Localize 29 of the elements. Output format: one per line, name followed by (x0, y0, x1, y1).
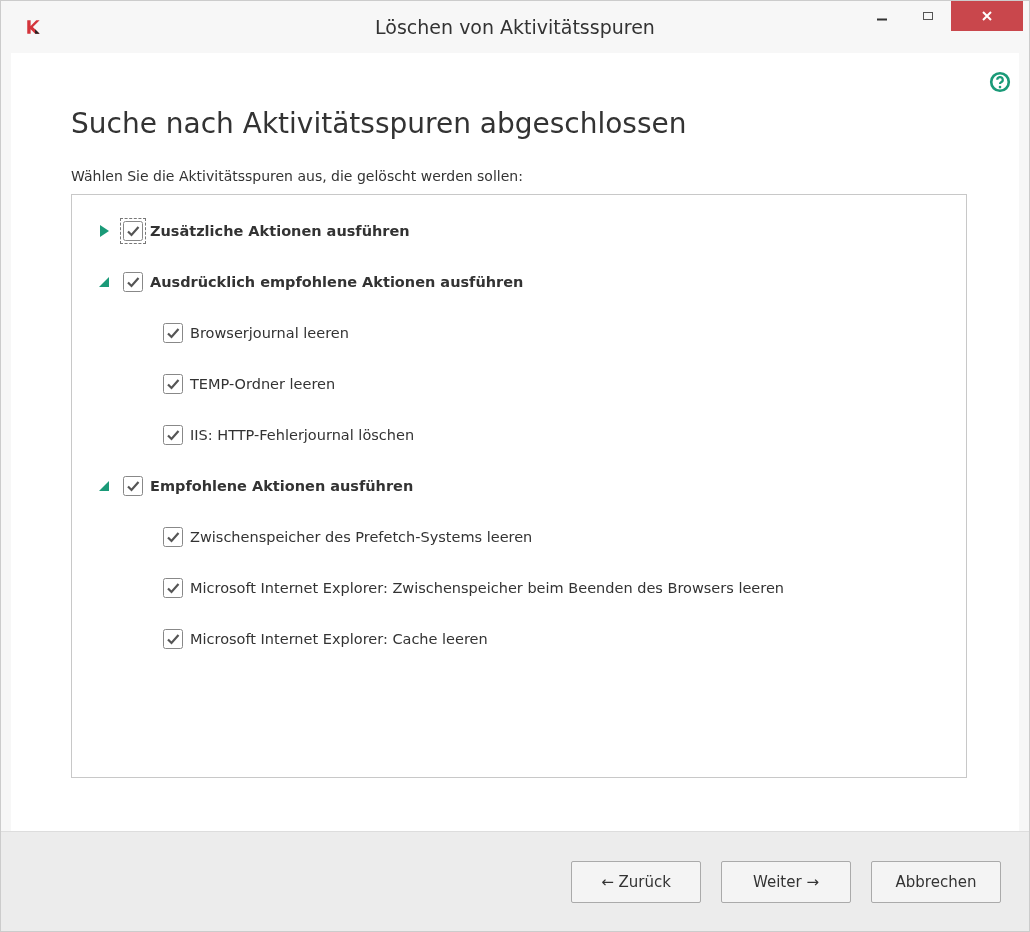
tree-item-label: TEMP-Ordner leeren (190, 375, 336, 392)
checkbox[interactable] (123, 220, 143, 241)
cancel-button[interactable]: Abbrechen (871, 860, 1001, 903)
tree-item-label: Browserjournal leeren (190, 324, 349, 341)
checkbox[interactable] (163, 577, 183, 598)
tree-item-label: Zusätzliche Aktionen ausführen (150, 222, 410, 239)
tree-item-label: Zwischenspeicher des Prefetch-Systems leeren (190, 528, 533, 545)
checkbox[interactable] (123, 475, 143, 496)
tree-item-label: Empfohlene Aktionen ausführen (150, 477, 414, 494)
checkbox[interactable] (163, 526, 183, 547)
close-icon (981, 10, 993, 22)
maximize-icon (922, 10, 934, 22)
checkbox[interactable] (163, 373, 183, 394)
back-button[interactable]: ← Zurück (571, 860, 701, 903)
minimize-icon (877, 17, 887, 21)
page-heading: Suche nach Aktivitätsspuren abgeschlossen (71, 107, 688, 140)
checkbox[interactable] (163, 322, 183, 343)
window-title: Löschen von Aktivitätsspuren (374, 16, 656, 38)
tree-item-label: Microsoft Internet Explorer: Zwischenspeicher beim Beenden des Browsers leeren (190, 579, 785, 596)
next-button[interactable]: Weiter → (721, 860, 851, 903)
tree-item-label: IIS: HTTP-Fehlerjournal löschen (190, 426, 415, 443)
checkbox[interactable] (163, 424, 183, 445)
instruction-text: Wählen Sie die Aktivitätsspuren aus, die gelöscht werden sollen: (71, 168, 524, 184)
tree-item-label: Microsoft Internet Explorer: Cache leeren (190, 630, 488, 647)
checkbox[interactable] (123, 271, 143, 292)
expand-triangle-icon[interactable] (98, 223, 110, 238)
help-icon[interactable] (989, 71, 1011, 93)
tree-item-label: Ausdrücklich empfohlene Aktionen ausführen (150, 273, 524, 290)
checkbox[interactable] (163, 628, 183, 649)
